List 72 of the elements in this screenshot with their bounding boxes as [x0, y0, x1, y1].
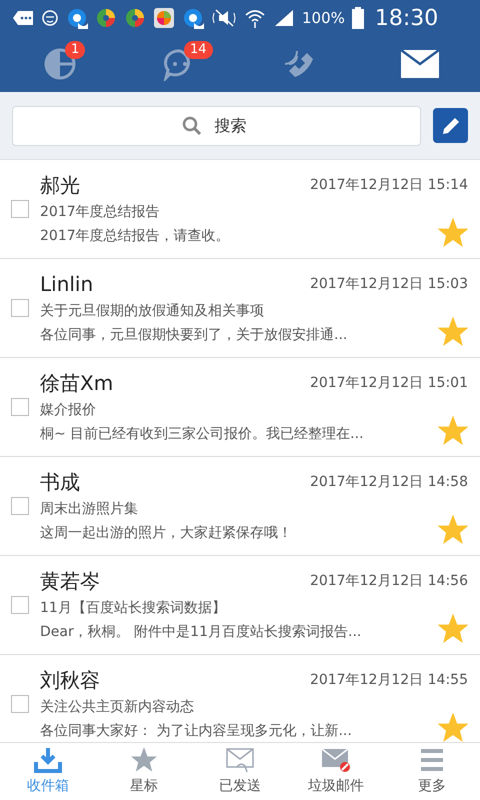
checkbox[interactable]: [11, 596, 29, 614]
app-icon: [182, 7, 204, 29]
star-icon[interactable]: [438, 416, 468, 446]
battery-percentage: 100%: [302, 8, 345, 29]
email-row[interactable]: 黄若岑 2017年12月12日 14:56 11月【百度站长搜索词数据】 Dear，秋桐。 附件中是11月百度站长搜索词报告...: [0, 556, 480, 655]
email-subject: 关于元旦假期的放假通知及相关事项: [40, 302, 265, 321]
star-icon[interactable]: [438, 515, 468, 545]
email-date: 2017年12月12日 15:03: [310, 274, 468, 294]
search-icon: [182, 116, 202, 136]
sender-name: 郝光: [40, 172, 80, 199]
star-icon[interactable]: [438, 218, 468, 248]
email-date: 2017年12月12日 15:01: [310, 374, 468, 392]
checkbox[interactable]: [11, 398, 29, 416]
bottom-nav-tab[interactable]: 垃圾邮件: [288, 743, 384, 800]
email-date: 2017年12月12日 14:58: [310, 472, 468, 492]
star-icon: [130, 746, 158, 774]
sender-name: 徐苗Xm: [40, 370, 114, 397]
bottom-nav-tab[interactable]: 更多: [384, 743, 480, 800]
notification-badge: 14: [184, 41, 213, 59]
search-field[interactable]: 搜索: [12, 106, 421, 146]
star-icon[interactable]: [438, 614, 468, 644]
email-subject: 关注公共主页新内容动态: [40, 698, 195, 717]
clock: 18:30: [374, 4, 438, 32]
checkbox[interactable]: [11, 200, 29, 218]
email-date: 2017年12月12日 15:14: [310, 176, 468, 194]
app-icon: [124, 7, 146, 29]
app-icon: [153, 7, 175, 29]
app-icon: [66, 7, 88, 29]
envelope-icon: [400, 49, 440, 79]
email-subject: 11月【百度站长搜索词数据】: [40, 599, 227, 618]
email-subject: 周末出游照片集: [40, 500, 139, 519]
checkbox[interactable]: [11, 299, 29, 317]
email-preview: 各位同事大家好： 为了让内容呈现多元化，让新...: [40, 722, 352, 741]
sender-name: 书成: [40, 469, 80, 496]
email-preview: Dear，秋桐。 附件中是11月百度站长搜索词报告...: [40, 623, 362, 642]
email-subject: 2017年度总结报告: [40, 203, 161, 222]
bottom-nav-tab[interactable]: 已发送: [192, 743, 288, 800]
sender-name: 黄若岑: [40, 568, 100, 595]
signal-icon: [273, 8, 295, 28]
top-tab[interactable]: 14: [120, 36, 240, 92]
message-icon: [12, 10, 34, 26]
download-tray-icon: [33, 746, 63, 774]
top-tab[interactable]: 1: [0, 36, 120, 92]
checkbox[interactable]: [11, 497, 29, 515]
battery-icon: [352, 7, 364, 29]
email-date: 2017年12月12日 14:56: [310, 572, 468, 590]
menu-icon: [418, 746, 446, 774]
bottom-nav-tab[interactable]: 星标: [96, 743, 192, 800]
compose-button[interactable]: [433, 108, 468, 143]
sender-name: Linlin: [40, 271, 94, 298]
notification-badge: 1: [65, 41, 86, 59]
email-row[interactable]: 书成 2017年12月12日 14:58 周末出游照片集 这周一起出游的照片，大家赶紧保存哦！: [0, 457, 480, 556]
app-icon: [95, 7, 117, 29]
email-subject: 媒介报价: [40, 401, 97, 420]
checkbox[interactable]: [11, 695, 29, 713]
email-preview: 各位同事，元旦假期快要到了，关于放假安排通...: [40, 326, 348, 345]
envelope-arrow-icon: [225, 746, 255, 774]
mute-icon: [211, 8, 237, 28]
email-row[interactable]: 徐苗Xm 2017年12月12日 15:01 媒介报价 桐~ 目前已经有收到三家公司报价。我已经整理在...: [0, 358, 480, 457]
email-preview: 2017年度总结报告，请查收。: [40, 227, 230, 246]
face-icon: [41, 9, 59, 27]
pencil-icon: [440, 116, 460, 136]
sender-name: 刘秋容: [40, 667, 100, 694]
email-preview: 这周一起出游的照片，大家赶紧保存哦！: [40, 524, 292, 543]
star-icon[interactable]: [438, 713, 468, 742]
email-row[interactable]: Linlin 2017年12月12日 15:03 关于元旦假期的放假通知及相关事项 各位同事，元旦假期快要到了，关于放假安排通...: [0, 259, 480, 358]
email-row[interactable]: 郝光 2017年12月12日 15:14 2017年度总结报告 2017年度总结报告，请查收。: [0, 160, 480, 259]
wifi-icon: [244, 7, 266, 29]
star-icon[interactable]: [438, 317, 468, 347]
email-preview: 桐~ 目前已经有收到三家公司报价。我已经整理在...: [40, 425, 364, 444]
blocked-envelope-icon: [320, 746, 352, 774]
email-date: 2017年12月12日 14:55: [310, 670, 468, 690]
